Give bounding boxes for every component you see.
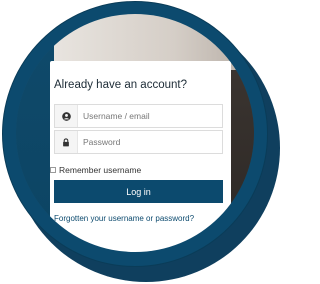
username-input[interactable] (83, 108, 218, 124)
background-left (16, 14, 54, 252)
password-field[interactable] (54, 130, 223, 154)
login-panel: Already have an account? Username / emai… (50, 61, 231, 252)
photo-circle: Already have an account? Username / emai… (16, 14, 254, 252)
user-circle-icon (55, 105, 78, 127)
username-field[interactable] (54, 104, 223, 128)
login-button[interactable]: Log in (54, 180, 223, 203)
remember-label: Remember username (59, 165, 142, 175)
login-heading: Already have an account? (54, 79, 187, 91)
login-badge: Already have an account? Username / emai… (0, 0, 280, 284)
password-input[interactable] (83, 134, 218, 150)
lock-icon (55, 131, 78, 153)
remember-username[interactable]: Remember username (50, 165, 141, 175)
forgot-credentials-link[interactable]: Forgotten your username or password? (54, 214, 194, 223)
remember-checkbox[interactable] (50, 167, 56, 173)
